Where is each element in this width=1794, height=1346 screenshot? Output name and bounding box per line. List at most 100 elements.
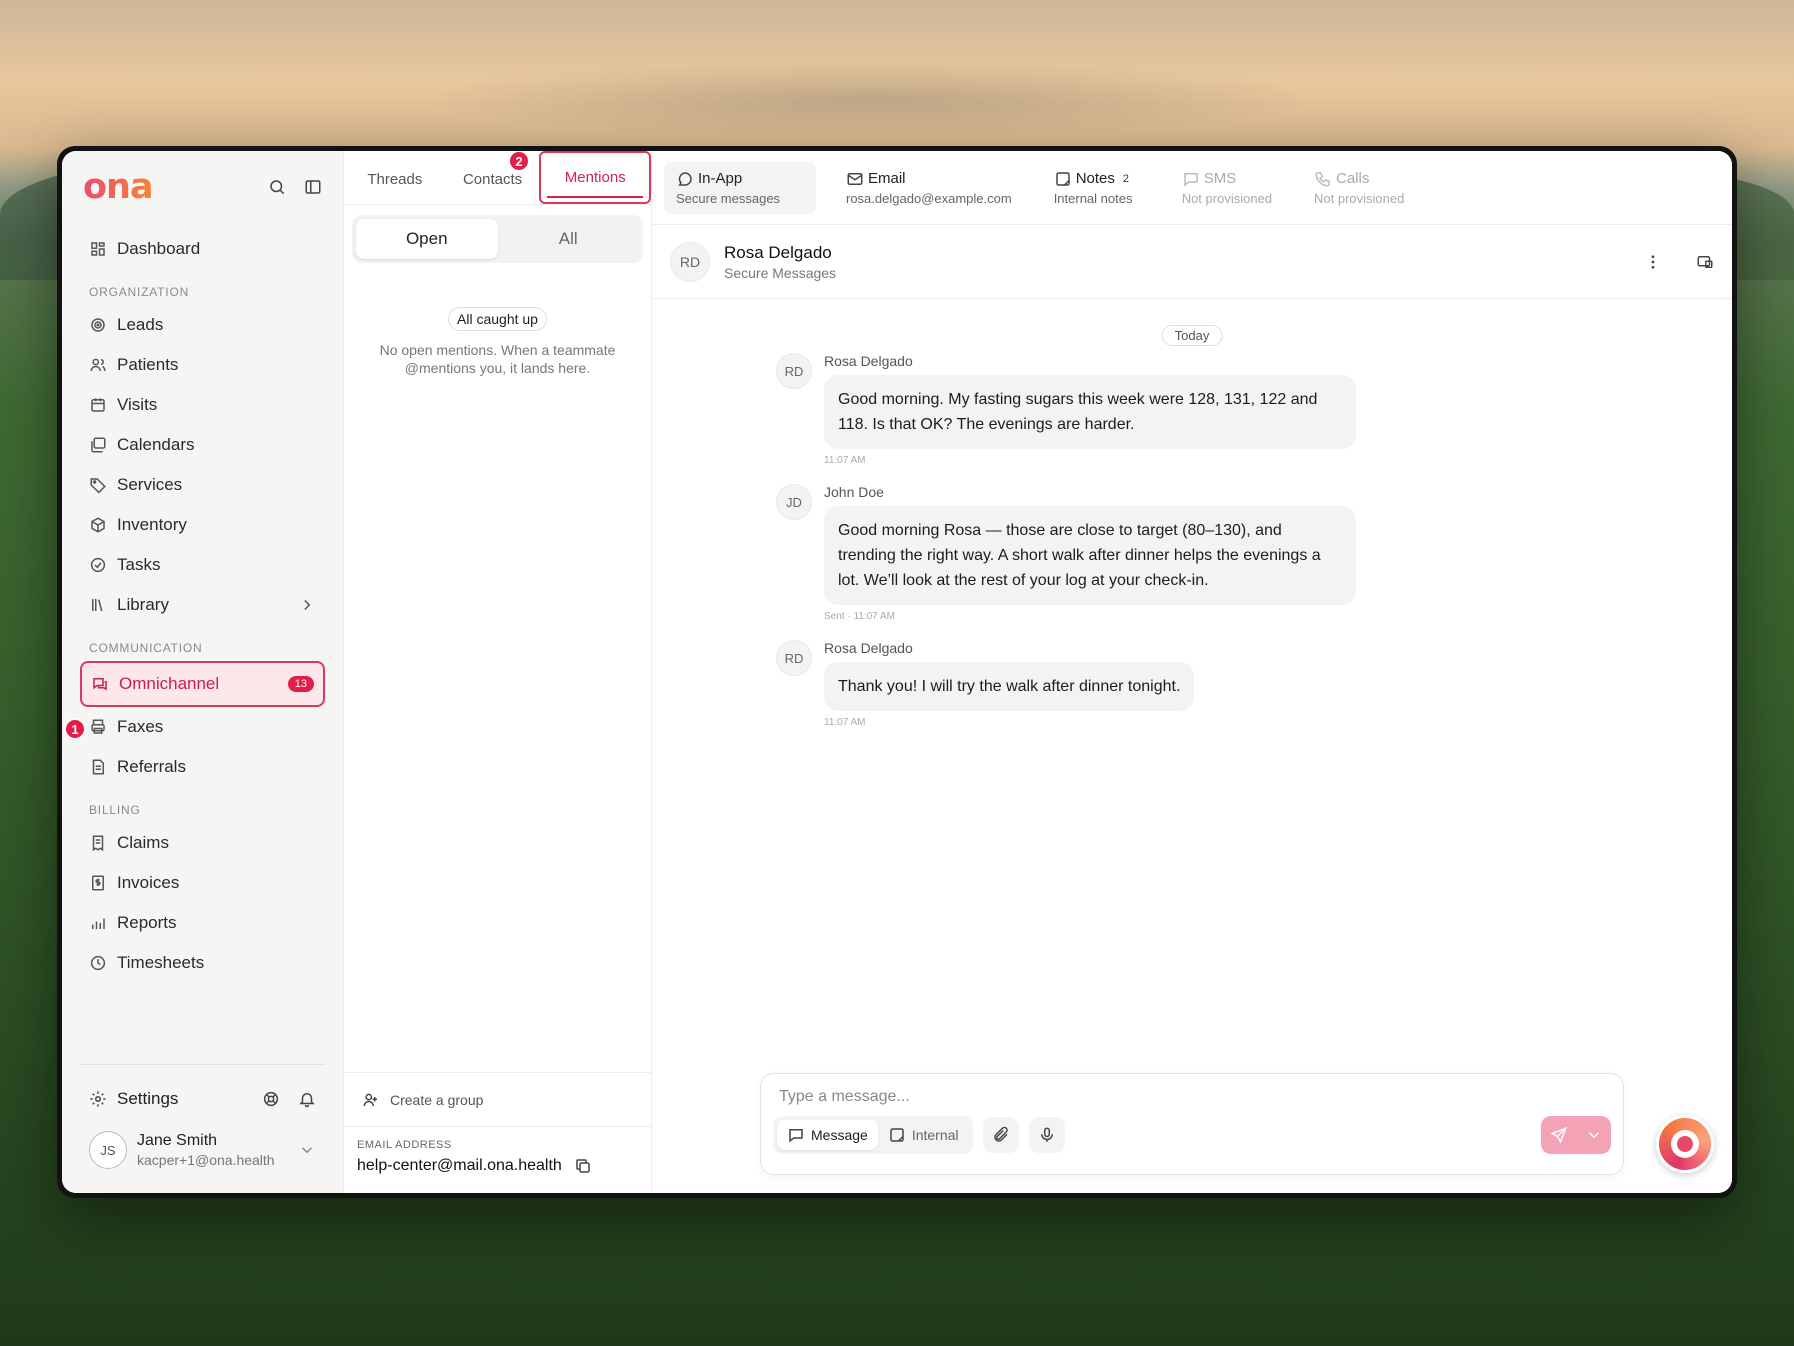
sidebar-item-label: Services <box>117 475 183 494</box>
sidebar-item-timesheets[interactable]: Timesheets <box>80 943 325 983</box>
check-circle-icon <box>89 556 107 574</box>
receipt-icon <box>89 834 107 852</box>
channel-in-app[interactable]: In-App Secure messages <box>664 161 816 214</box>
sidebar-item-label: Dashboard <box>117 239 201 258</box>
channel-notes[interactable]: Notes 2 Internal notes <box>1042 162 1152 214</box>
attach-button[interactable] <box>982 1117 1019 1153</box>
mode-message-label: Message <box>811 1127 868 1143</box>
sidebar-item-label: Calendars <box>117 435 195 454</box>
sidebar-footer: Settings JS Jane Smith kacper+1@ona.heal… <box>80 1064 325 1193</box>
tab-mentions[interactable]: Mentions <box>539 151 651 204</box>
mode-internal-button[interactable]: Internal <box>878 1120 969 1150</box>
chevron-right-icon[interactable] <box>298 596 316 614</box>
sidebar-item-label: Reports <box>117 913 177 932</box>
sidebar-item-dashboard[interactable]: Dashboard <box>80 229 325 269</box>
device-frame: ona Dashboard ORGANIZATION Leads Patient… <box>57 146 1737 1198</box>
sidebar-item-omnichannel[interactable]: Omnichannel 13 <box>80 661 325 707</box>
composer-tools: Message Internal <box>773 1116 1611 1154</box>
chevron-down-icon[interactable] <box>1585 1126 1603 1144</box>
email-address-box: EMAIL ADDRESS help-center@mail.ona.healt… <box>344 1126 651 1193</box>
sidebar-item-inventory[interactable]: Inventory <box>80 505 325 545</box>
message-input[interactable] <box>773 1088 1611 1106</box>
help-lifebuoy-icon[interactable] <box>262 1090 280 1108</box>
chart-icon <box>89 914 107 932</box>
email-address-value: help-center@mail.ona.health <box>357 1157 562 1174</box>
message-author: Rosa Delgado <box>824 353 913 369</box>
note-icon <box>888 1126 906 1144</box>
message-body: Rosa Delgado Good morning. My fasting su… <box>824 353 1356 466</box>
copy-icon[interactable] <box>574 1157 592 1175</box>
message-item: RD Rosa Delgado Thank you! I will try th… <box>776 640 1732 728</box>
message-bubble: Good morning. My fasting sugars this wee… <box>824 375 1356 449</box>
sidebar-item-services[interactable]: Services <box>80 465 325 505</box>
chat-bubble-icon <box>787 1126 805 1144</box>
sidebar-item-patients[interactable]: Patients <box>80 345 325 385</box>
sidebar-item-tasks[interactable]: Tasks <box>80 545 325 585</box>
sidebar-item-invoices[interactable]: Invoices <box>80 863 325 903</box>
gear-icon <box>89 1090 107 1108</box>
sidebar-item-settings[interactable]: Settings <box>80 1079 325 1119</box>
sidebar-item-visits[interactable]: Visits <box>80 385 325 425</box>
sidebar-item-label: Library <box>117 595 169 614</box>
section-organization: ORGANIZATION <box>89 285 190 299</box>
sidebar-item-leads[interactable]: Leads <box>80 305 325 345</box>
create-group-label: Create a group <box>390 1091 484 1108</box>
message-item: RD Rosa Delgado Good morning. My fasting… <box>776 353 1732 466</box>
tag-icon <box>89 476 107 494</box>
email-address-row: help-center@mail.ona.health <box>357 1157 638 1175</box>
sms-icon <box>1182 170 1200 188</box>
box-icon <box>89 516 107 534</box>
invoice-icon <box>89 874 107 892</box>
filter-all[interactable]: All <box>498 219 640 259</box>
empty-text: No open mentions. When a teammate @menti… <box>379 342 616 376</box>
sidebar-item-calendars[interactable]: Calendars <box>80 425 325 465</box>
channel-email[interactable]: Email rosa.delgado@example.com <box>834 162 1024 214</box>
sidebar-item-claims[interactable]: Claims <box>80 823 325 863</box>
assistant-button[interactable] <box>1656 1115 1714 1173</box>
section-billing: BILLING <box>89 803 141 817</box>
contact-meta: Rosa Delgado Secure Messages <box>724 243 836 281</box>
chevron-down-icon[interactable] <box>298 1141 316 1159</box>
ona-logo[interactable]: ona <box>83 167 154 207</box>
assistant-icon <box>1671 1130 1699 1158</box>
user-menu[interactable]: JS Jane Smith kacper+1@ona.health <box>80 1119 325 1193</box>
contact-initials: RD <box>679 253 701 270</box>
chat-bubble-icon <box>676 170 694 188</box>
grid-icon <box>89 240 107 258</box>
message-author: John Doe <box>824 484 884 500</box>
sidebar-item-library[interactable]: Library <box>80 585 325 625</box>
channel-calls[interactable]: Calls Not provisioned <box>1302 162 1416 214</box>
empty-state: All caught up No open mentions. When a t… <box>344 307 651 377</box>
channel-sub: Internal notes <box>1053 190 1133 206</box>
search-icon[interactable] <box>268 178 286 196</box>
voice-button[interactable] <box>1028 1117 1065 1153</box>
note-icon <box>1054 170 1072 188</box>
mode-message-button[interactable]: Message <box>777 1120 878 1150</box>
channel-label: In-App <box>698 170 743 187</box>
clock-icon <box>89 954 107 972</box>
sidebar-item-label: Invoices <box>117 873 180 892</box>
sidebar-item-faxes[interactable]: Faxes <box>80 707 325 747</box>
contact-subtitle: Secure Messages <box>724 264 837 281</box>
message-time: 11:07 AM <box>824 455 866 466</box>
more-vertical-icon[interactable] <box>1644 253 1662 271</box>
threads-panel: Threads Contacts Mentions Open All All c… <box>343 151 652 1193</box>
sidebar-item-reports[interactable]: Reports <box>80 903 325 943</box>
bell-icon[interactable] <box>298 1090 316 1108</box>
create-group-button[interactable]: Create a group <box>344 1072 651 1126</box>
sidebar-toggle-icon[interactable] <box>304 178 322 196</box>
channel-label: Email <box>868 170 906 187</box>
filter-open[interactable]: Open <box>356 219 498 259</box>
send-button[interactable] <box>1541 1116 1611 1154</box>
sidebar-item-referrals[interactable]: Referrals <box>80 747 325 787</box>
tab-contacts[interactable]: Contacts <box>446 171 540 204</box>
phone-icon <box>1314 170 1332 188</box>
contact-avatar: RD <box>670 241 710 282</box>
message-body: Rosa Delgado Thank you! I will try the w… <box>824 640 1195 728</box>
channel-sms[interactable]: SMS Not provisioned <box>1170 162 1284 214</box>
printer-icon <box>89 718 107 736</box>
message-avatar: RD <box>776 640 812 676</box>
tab-threads[interactable]: Threads <box>344 171 446 204</box>
panel-icon[interactable] <box>1696 253 1714 271</box>
message-time: 11:07 AM <box>824 717 866 728</box>
